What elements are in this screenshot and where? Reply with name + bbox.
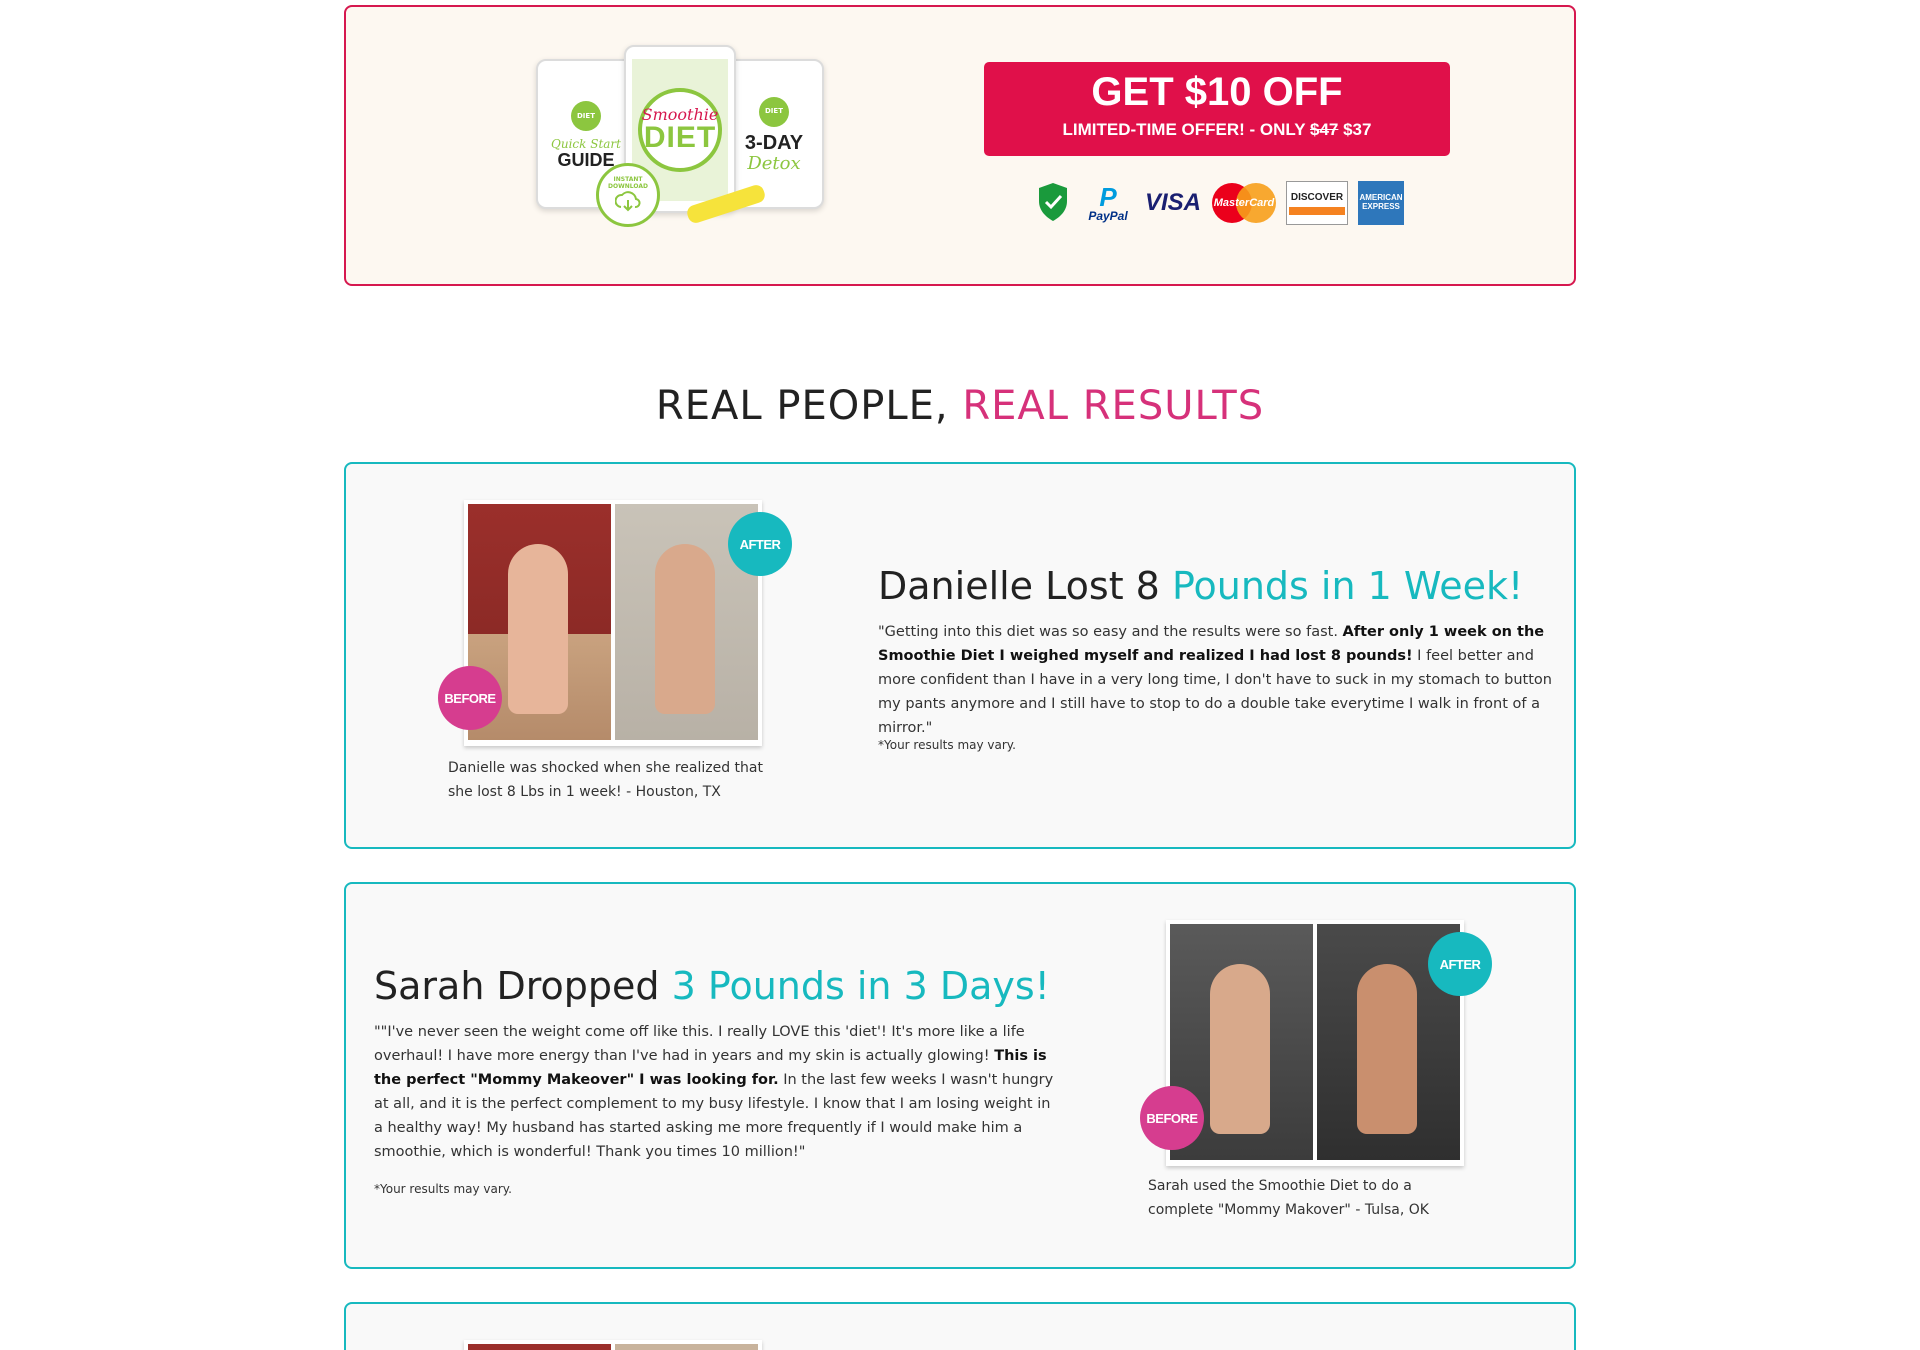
get-discount-button[interactable]: GET $10 OFF LIMITED-TIME OFFER! - ONLY $… bbox=[984, 62, 1450, 156]
before-after-photo bbox=[464, 500, 762, 746]
detox-line2: Detox bbox=[747, 152, 801, 174]
testimonial-card: Sarah Dropped 3 Pounds in 3 Days! ""I've… bbox=[344, 882, 1576, 1269]
offer-box: DIET Quick Start GUIDE Smoothie DIET DIE… bbox=[344, 5, 1576, 286]
before-after-photo bbox=[1166, 920, 1464, 1166]
testimonial-quote: "Getting into this diet was so easy and … bbox=[878, 624, 1552, 736]
brand-logo-icon: DIET bbox=[571, 101, 601, 131]
detox-line1: 3-DAY bbox=[744, 131, 804, 154]
discover-icon: DISCOVER bbox=[1286, 181, 1348, 225]
paypal-icon: P PayPal bbox=[1088, 182, 1128, 223]
after-badge: AFTER bbox=[1428, 932, 1492, 996]
brand-logo-icon: DIET bbox=[759, 96, 789, 127]
secure-shield-icon bbox=[1034, 181, 1072, 225]
testimonial-title: Danielle Lost 8 Pounds in 1 Week! bbox=[878, 564, 1524, 608]
amex-icon: AMERICAN EXPRESS bbox=[1358, 181, 1404, 225]
old-price: $47 bbox=[1309, 120, 1339, 139]
results-disclaimer: *Your results may vary. bbox=[878, 738, 1016, 752]
testimonial-card: AFTER BEFORE Danielle was shocked when s… bbox=[344, 462, 1576, 849]
photo-caption: Sarah used the Smoothie Diet to do a com… bbox=[1148, 1178, 1429, 1218]
page: DIET Quick Start GUIDE Smoothie DIET DIE… bbox=[0, 0, 1920, 1350]
photo-caption: Danielle was shocked when she realized t… bbox=[448, 760, 763, 800]
mastercard-icon: MasterCard bbox=[1212, 181, 1276, 225]
after-badge: AFTER bbox=[728, 512, 792, 576]
instant-download-icon: INSTANT DOWNLOAD bbox=[596, 163, 660, 227]
product-bundle-image: DIET Quick Start GUIDE Smoothie DIET DIE… bbox=[536, 45, 836, 245]
visa-icon: VISA bbox=[1144, 189, 1201, 216]
detox-tablet: DIET 3-DAY Detox bbox=[724, 59, 824, 209]
testimonial-quote: ""I've never seen the weight come off li… bbox=[374, 1024, 1054, 1160]
cta-main-label: GET $10 OFF bbox=[1091, 70, 1343, 114]
smoothie-diet-logo: Smoothie DIET bbox=[638, 88, 722, 172]
guide-line1: Quick Start bbox=[551, 137, 621, 151]
results-disclaimer: *Your results may vary. bbox=[374, 1182, 512, 1196]
section-title: REAL PEOPLE, REAL RESULTS bbox=[655, 383, 1265, 429]
before-badge: BEFORE bbox=[1140, 1086, 1204, 1150]
before-badge: BEFORE bbox=[438, 666, 502, 730]
guide-line2: GUIDE bbox=[557, 150, 615, 170]
cta-sub-label: LIMITED-TIME OFFER! - ONLY $47 $37 bbox=[1062, 120, 1372, 139]
before-after-photo bbox=[464, 1340, 762, 1350]
testimonial-title: Sarah Dropped 3 Pounds in 3 Days! bbox=[374, 964, 1050, 1008]
testimonial-card bbox=[344, 1302, 1576, 1350]
payment-methods: P PayPal VISA MasterCard DISCOVER AMERIC… bbox=[1034, 177, 1414, 229]
new-price: $37 bbox=[1343, 120, 1372, 139]
